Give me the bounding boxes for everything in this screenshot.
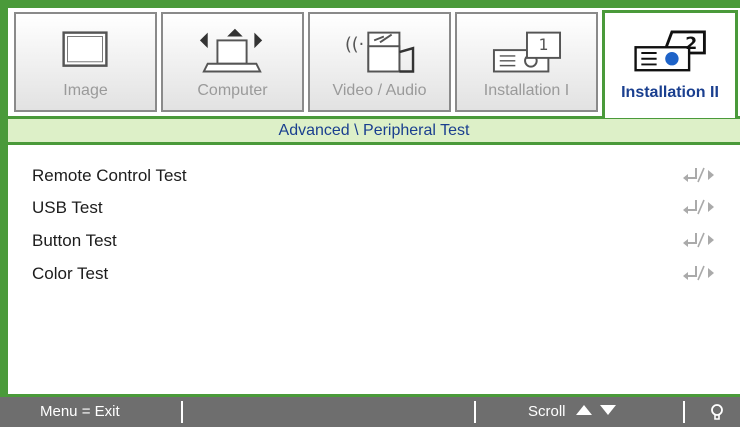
tab-label: Video / Audio bbox=[332, 82, 427, 99]
osd-menu: Image Computer ((· Video / Audio 1 Insta… bbox=[0, 0, 740, 427]
list-item-button-test[interactable]: Button Test bbox=[8, 227, 740, 257]
list-item-remote-control-test[interactable]: Remote Control Test bbox=[8, 162, 740, 192]
tab-computer[interactable]: Computer bbox=[161, 12, 304, 112]
item-label: Remote Control Test bbox=[32, 166, 187, 185]
tab-label: Installation II bbox=[621, 84, 719, 101]
enter-arrow-icon bbox=[683, 232, 714, 248]
scroll-hint: Scroll bbox=[528, 397, 622, 427]
tab-installation-1[interactable]: 1 Installation I bbox=[455, 12, 598, 112]
enter-arrow-icon bbox=[683, 199, 714, 215]
list-item-usb-test[interactable]: USB Test bbox=[8, 194, 740, 224]
scroll-arrows-icon bbox=[575, 405, 616, 415]
svg-text:((·: ((· bbox=[345, 35, 364, 55]
enter-arrow-icon bbox=[683, 167, 714, 183]
menu-frame: Image Computer ((· Video / Audio 1 Insta… bbox=[8, 8, 740, 394]
video-audio-icon: ((· bbox=[345, 31, 415, 73]
footer-divider bbox=[181, 401, 183, 423]
tab-label: Image bbox=[63, 82, 108, 99]
laptop-icon bbox=[199, 28, 263, 73]
monitor-icon bbox=[62, 31, 108, 67]
footer-divider bbox=[683, 401, 685, 423]
tab-video-audio[interactable]: ((· Video / Audio bbox=[308, 12, 451, 112]
menu-exit-hint: Menu = Exit bbox=[40, 403, 120, 420]
svg-text:1: 1 bbox=[539, 36, 549, 54]
item-label: Button Test bbox=[32, 231, 117, 250]
scroll-label: Scroll bbox=[528, 403, 566, 420]
menu-list: Remote Control Test USB Test Button Test… bbox=[8, 148, 740, 388]
footer-divider bbox=[474, 401, 476, 423]
tab-image[interactable]: Image bbox=[14, 12, 157, 112]
projector-2-icon: 2 bbox=[634, 30, 706, 72]
footer-bar: Menu = Exit Scroll bbox=[0, 394, 740, 427]
enter-arrow-icon bbox=[683, 265, 714, 281]
tab-strip: Image Computer ((· Video / Audio 1 Insta… bbox=[8, 8, 740, 118]
svg-text:2: 2 bbox=[685, 34, 697, 54]
breadcrumb: Advanced \ Peripheral Test bbox=[8, 116, 740, 145]
tab-label: Installation I bbox=[483, 82, 570, 99]
item-label: Color Test bbox=[32, 264, 109, 283]
item-label: USB Test bbox=[32, 198, 103, 217]
list-item-color-test[interactable]: Color Test bbox=[8, 260, 740, 290]
tab-installation-2[interactable]: 2 Installation II bbox=[602, 10, 738, 118]
lamp-icon bbox=[711, 404, 723, 420]
tab-label: Computer bbox=[197, 82, 268, 99]
projector-1-icon: 1 bbox=[492, 31, 562, 73]
